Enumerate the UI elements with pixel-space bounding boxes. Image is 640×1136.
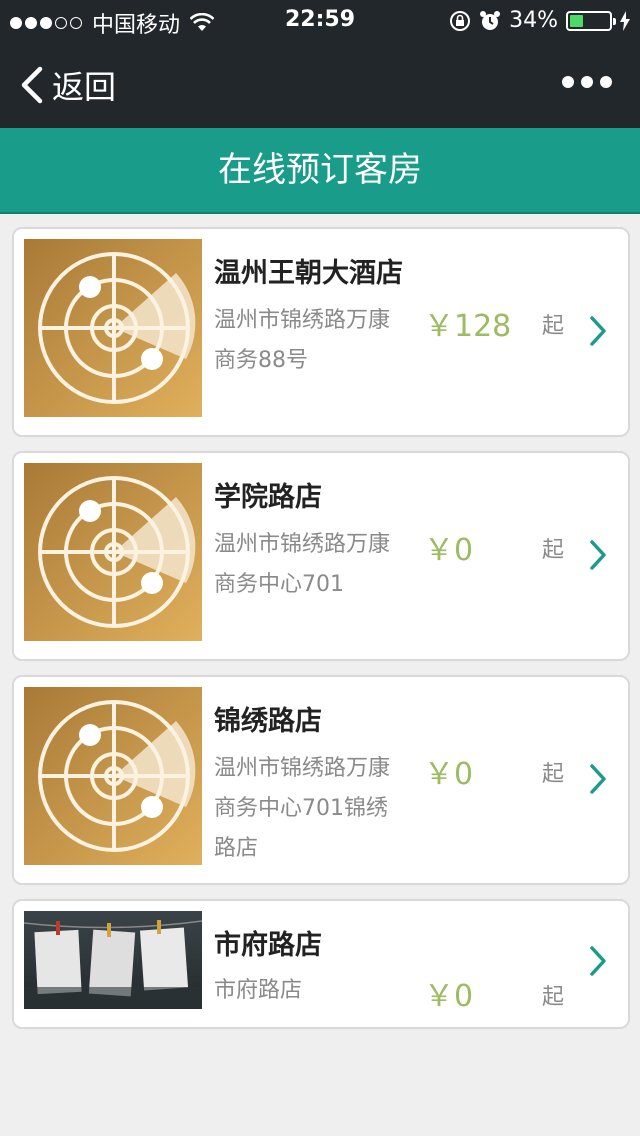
hotel-address: 市府路店 [214, 978, 303, 1003]
hotel-name: 温州王朝大酒店 [214, 258, 403, 289]
price-suffix: 起 [542, 314, 565, 339]
back-label: 返回 [52, 68, 117, 106]
hotel-address: 温州市锦绣路万康商务中心701锦绣路店 [214, 756, 391, 861]
hotel-price: ￥0 [424, 979, 474, 1014]
alarm-icon [480, 10, 501, 30]
chevron-right-icon [590, 316, 606, 346]
hotel-card[interactable]: 锦绣路店 温州市锦绣路万康商务中心701锦绣路店 ￥0 起 [12, 675, 630, 885]
price-suffix: 起 [542, 538, 565, 563]
hotel-address: 温州市锦绣路万康商务88号 [214, 308, 391, 373]
chevron-right-icon [590, 946, 606, 976]
price-suffix: 起 [542, 985, 565, 1010]
photo-papers-image [24, 911, 202, 1009]
hotel-name: 市府路店 [214, 930, 322, 961]
hotel-card[interactable]: 市府路店 市府路店 ￥0 起 [12, 899, 630, 1029]
status-bar: 中国移动 22:59 34% [0, 0, 640, 40]
price-suffix: 起 [542, 762, 565, 787]
hotel-price: ￥128 [424, 309, 512, 344]
hotel-price: ￥0 [424, 757, 474, 792]
battery-icon [566, 10, 616, 31]
radar-icon [24, 239, 202, 417]
chevron-right-icon [590, 764, 606, 794]
hotel-list: 温州王朝大酒店 温州市锦绣路万康商务88号 ￥128 起 学院路店 温州市锦绣路… [12, 227, 630, 1043]
charging-icon [620, 10, 630, 31]
radar-icon [24, 463, 202, 641]
hotel-name: 学院路店 [214, 482, 322, 513]
rotation-lock-icon [450, 10, 471, 31]
hotel-price: ￥0 [424, 533, 474, 568]
chevron-left-icon [21, 66, 43, 104]
battery-percent: 34% [509, 8, 558, 33]
hotel-name: 锦绣路店 [214, 706, 322, 737]
chevron-right-icon [590, 540, 606, 570]
more-options-icon[interactable] [562, 76, 612, 88]
page-title: 在线预订客房 [0, 128, 640, 214]
back-button[interactable]: 返回 [18, 62, 116, 108]
hotel-address: 温州市锦绣路万康商务中心701 [214, 532, 391, 597]
hotel-card[interactable]: 学院路店 温州市锦绣路万康商务中心701 ￥0 起 [12, 451, 630, 661]
radar-icon [24, 687, 202, 865]
hotel-card[interactable]: 温州王朝大酒店 温州市锦绣路万康商务88号 ￥128 起 [12, 227, 630, 437]
nav-bar: 返回 [0, 40, 640, 128]
